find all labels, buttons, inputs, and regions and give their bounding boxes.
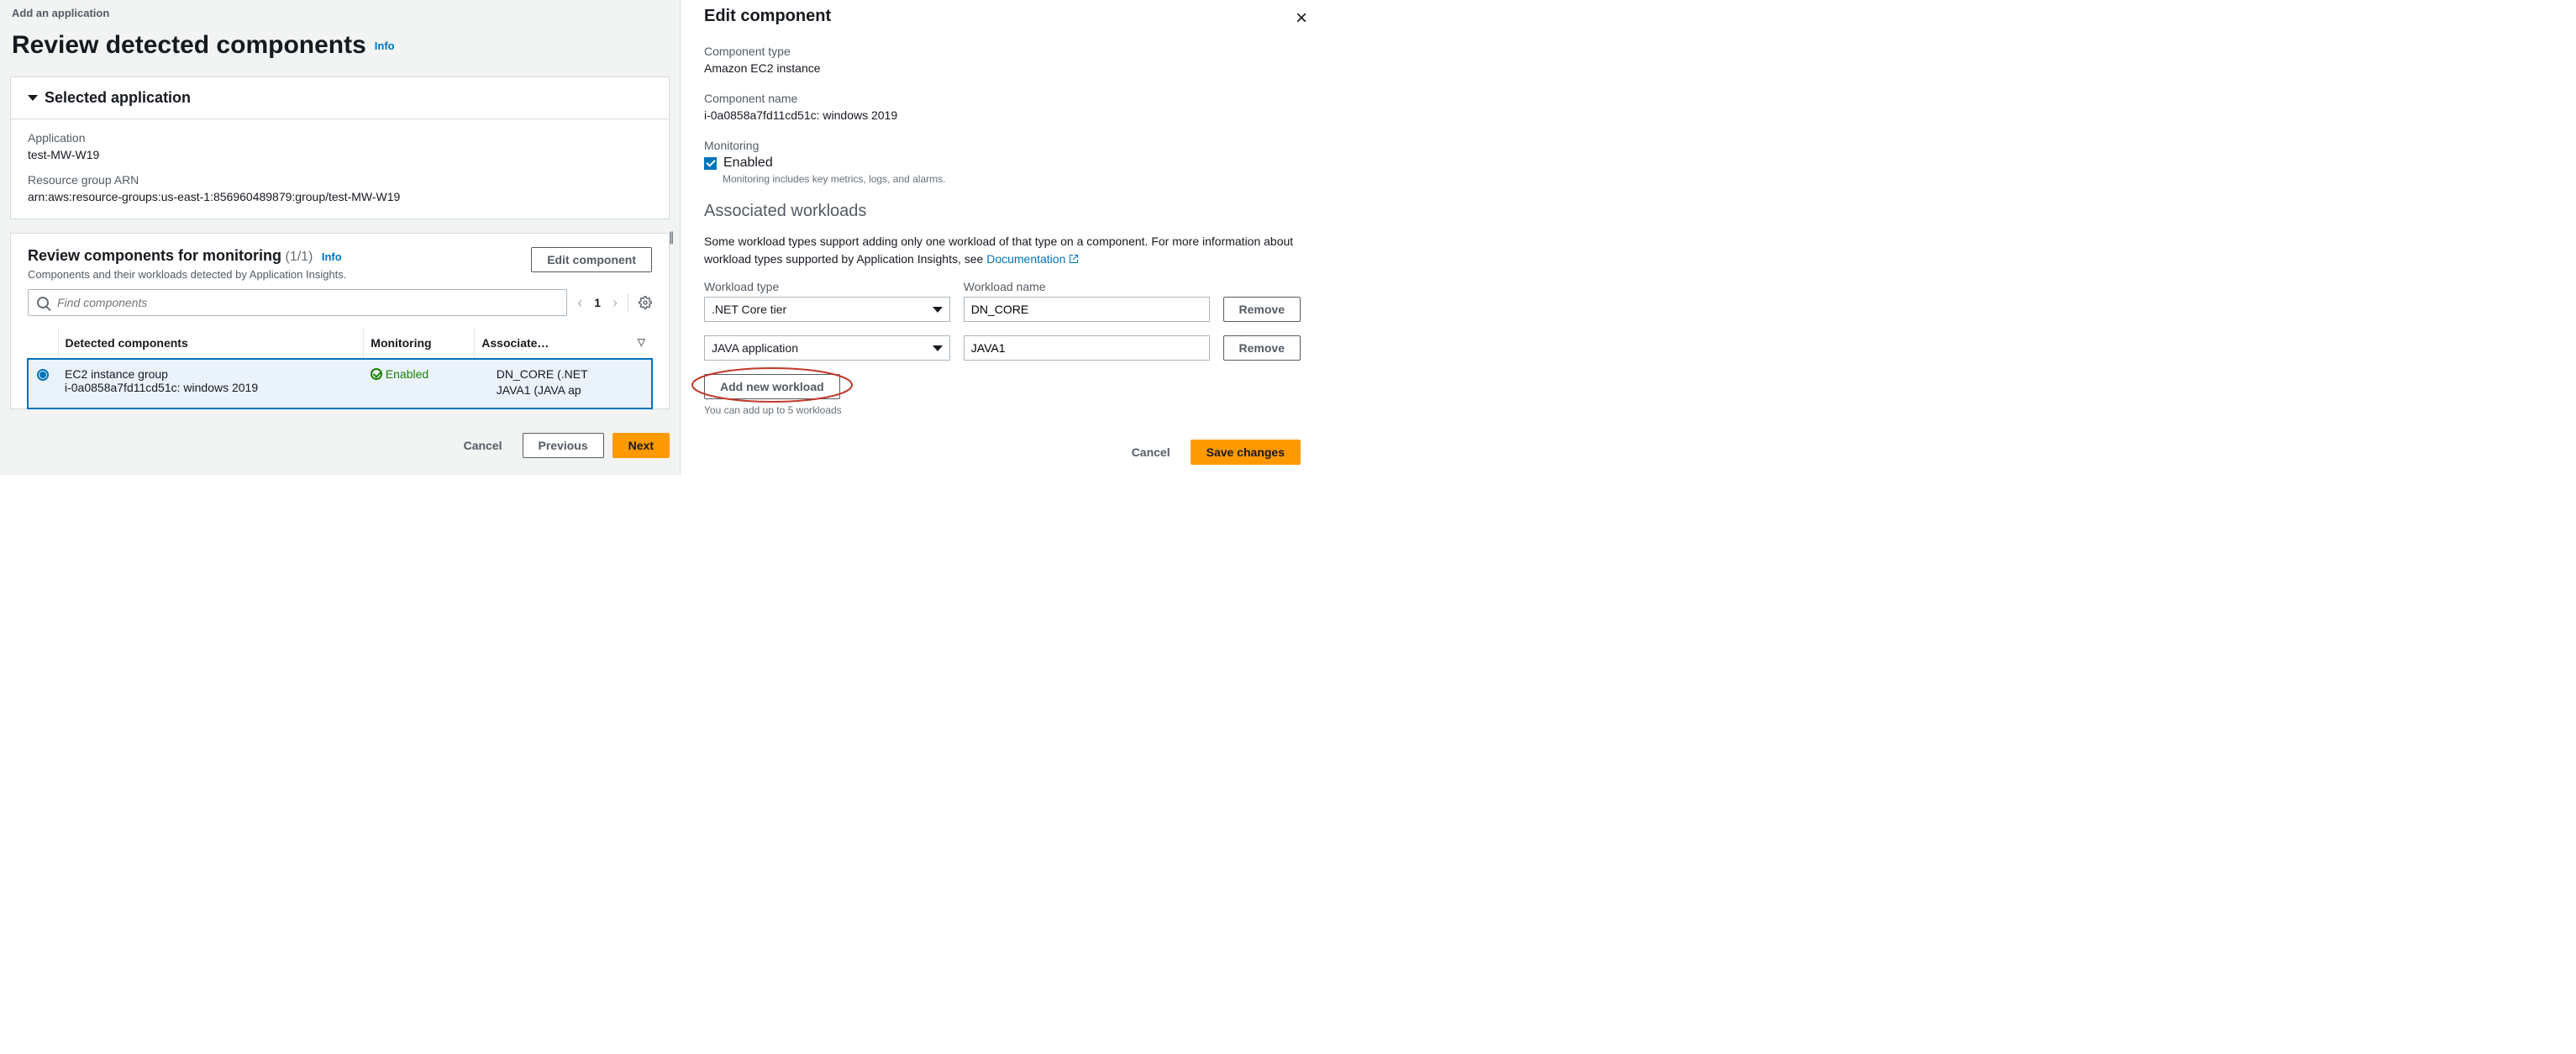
review-components-title: Review components for monitoring xyxy=(28,247,281,264)
resize-handle-icon[interactable]: || xyxy=(669,230,672,245)
component-name-value: i-0a0858a7fd11cd51c: windows 2019 xyxy=(704,108,1301,122)
add-new-workload-button[interactable]: Add new workload xyxy=(704,374,840,399)
documentation-link[interactable]: Documentation xyxy=(986,252,1079,266)
review-components-count: (1/1) xyxy=(285,250,313,264)
edit-component-button[interactable]: Edit component xyxy=(531,247,652,272)
chevron-down-icon xyxy=(933,345,943,351)
associated-workloads-heading: Associated workloads xyxy=(704,202,1301,221)
monitoring-help-text: Monitoring includes key metrics, logs, a… xyxy=(723,173,1301,185)
panel-cancel-button[interactable]: Cancel xyxy=(1120,440,1182,465)
col-monitoring[interactable]: Monitoring xyxy=(364,328,475,359)
monitoring-enabled-text: Enabled xyxy=(723,155,773,171)
page-next-icon[interactable]: › xyxy=(612,294,618,312)
resource-group-arn-value: arn:aws:resource-groups:us-east-1:856960… xyxy=(28,190,652,203)
selected-application-header[interactable]: Selected application xyxy=(11,77,669,119)
breadcrumb: Add an application xyxy=(0,0,680,31)
selected-application-title: Selected application xyxy=(45,89,191,107)
workload-name-input-0[interactable] xyxy=(964,297,1210,322)
component-name-label: Component name xyxy=(704,92,1301,105)
table-row[interactable]: EC2 instance group i-0a0858a7fd11cd51c: … xyxy=(28,359,652,408)
page-prev-icon[interactable]: ‹ xyxy=(577,294,582,312)
cancel-button[interactable]: Cancel xyxy=(452,433,514,458)
caret-down-icon xyxy=(28,95,38,101)
panel-title: Edit component xyxy=(704,7,1301,26)
col-associated[interactable]: Associate… ▽ xyxy=(475,328,652,359)
monitoring-status: Enabled xyxy=(371,367,428,381)
component-id: i-0a0858a7fd11cd51c: windows 2019 xyxy=(65,381,357,394)
check-circle-icon xyxy=(371,368,382,380)
workload-type-select-0[interactable]: .NET Core tier xyxy=(704,297,950,322)
search-input-wrapper[interactable] xyxy=(28,289,567,316)
remove-workload-button-0[interactable]: Remove xyxy=(1223,297,1301,322)
settings-gear-icon[interactable] xyxy=(639,296,652,309)
next-button[interactable]: Next xyxy=(612,433,670,458)
right-pane: || × Edit component Component type Amazo… xyxy=(681,0,1316,475)
associated-workloads-desc: Some workload types support adding only … xyxy=(704,233,1301,268)
associated-workloads-list: DN_CORE (.NET JAVA1 (JAVA ap xyxy=(481,367,645,397)
review-components-card: Review components for monitoring (1/1) I… xyxy=(10,233,670,409)
component-type-value: Amazon EC2 instance xyxy=(704,61,1301,75)
save-changes-button[interactable]: Save changes xyxy=(1191,440,1301,465)
list-item: DN_CORE (.NET xyxy=(497,367,645,381)
selected-application-card: Selected application Application test-MW… xyxy=(10,76,670,219)
application-value: test-MW-W19 xyxy=(28,148,652,161)
search-icon xyxy=(37,297,49,308)
workload-name-input-1[interactable] xyxy=(964,335,1210,361)
page-info-link[interactable]: Info xyxy=(375,40,395,52)
workload-type-label: Workload type xyxy=(704,280,950,293)
sort-icon[interactable]: ▽ xyxy=(638,336,645,348)
page-number: 1 xyxy=(594,296,601,309)
workload-type-select-1[interactable]: JAVA application xyxy=(704,335,950,361)
col-detected-components[interactable]: Detected components xyxy=(58,328,364,359)
component-name: EC2 instance group xyxy=(65,367,357,381)
chevron-down-icon xyxy=(933,307,943,313)
page-title: Review detected components xyxy=(12,31,366,60)
row-radio[interactable] xyxy=(37,369,49,381)
list-item: JAVA1 (JAVA ap xyxy=(497,383,645,397)
close-icon[interactable]: × xyxy=(1296,7,1307,30)
monitoring-enabled-checkbox[interactable] xyxy=(704,157,717,170)
application-label: Application xyxy=(28,131,652,145)
component-type-label: Component type xyxy=(704,45,1301,58)
review-info-link[interactable]: Info xyxy=(322,250,342,263)
workload-limit-hint: You can add up to 5 workloads xyxy=(704,404,1301,416)
review-components-desc: Components and their workloads detected … xyxy=(28,268,346,281)
remove-workload-button-1[interactable]: Remove xyxy=(1223,335,1301,361)
previous-button[interactable]: Previous xyxy=(523,433,604,458)
external-link-icon xyxy=(1069,251,1079,261)
monitoring-label: Monitoring xyxy=(704,139,1301,152)
workload-name-label: Workload name xyxy=(964,280,1210,293)
search-input[interactable] xyxy=(55,295,558,310)
components-table: Detected components Monitoring Associate… xyxy=(28,328,652,408)
left-pane: Add an application Review detected compo… xyxy=(0,0,681,475)
resource-group-arn-label: Resource group ARN xyxy=(28,173,652,187)
